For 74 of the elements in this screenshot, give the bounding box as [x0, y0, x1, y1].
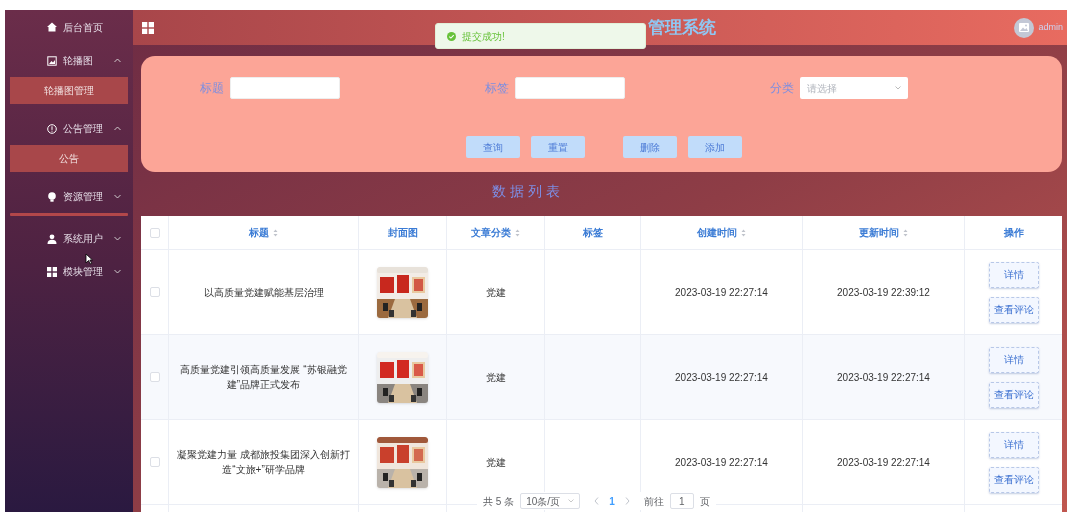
sort-icon: [741, 228, 746, 237]
table-cell-text: 2023-03-19 22:27:14: [675, 285, 768, 300]
grid-icon: [47, 266, 57, 277]
column-header[interactable]: 标题: [249, 225, 269, 240]
column-header[interactable]: 操作: [1003, 225, 1024, 240]
prev-page-icon: [594, 497, 600, 505]
sort-icon: [903, 228, 908, 237]
chevron-down-icon: [895, 86, 901, 90]
column-header[interactable]: 封面图: [387, 225, 418, 240]
table-cell-text: 2023-03-19 22:39:12: [837, 285, 930, 300]
row-action-button[interactable]: 查看评论: [988, 466, 1039, 493]
row-action-button[interactable]: 详情: [988, 431, 1039, 458]
success-toast: 提交成功!: [435, 23, 646, 49]
page-size-select[interactable]: 10条/页: [520, 493, 581, 509]
sort-icon: [515, 228, 520, 237]
table-cell-text: 2023-03-19 22:27:14: [675, 370, 768, 385]
row-action-button[interactable]: 详情: [988, 261, 1039, 288]
checkbox[interactable]: [149, 227, 160, 238]
field-label: 标签: [484, 80, 510, 97]
total-count: 共 5 条: [483, 494, 515, 509]
table-cell-text: 高质量党建引领高质量发展 “苏银融党建”品牌正式发布: [179, 363, 348, 392]
field-label: 分类: [769, 80, 795, 97]
page-input[interactable]: 1: [669, 493, 694, 509]
sidebar-item[interactable]: 资源管理: [5, 180, 133, 213]
action-button[interactable]: 添加: [688, 136, 742, 158]
row-action-button[interactable]: 查看评论: [988, 381, 1039, 408]
menu-icon: [142, 21, 154, 34]
home-icon: [47, 22, 57, 32]
section-title: 数 据 列 表: [492, 182, 560, 201]
column-header[interactable]: 创建时间: [697, 225, 737, 240]
sidebar-item[interactable]: 后台首页: [5, 10, 133, 44]
table-cell-text: 2023-03-19 22:27:14: [675, 455, 768, 470]
row-action-button[interactable]: 详情: [988, 346, 1039, 373]
sidebar-item[interactable]: 模块管理: [5, 255, 133, 288]
table-cell-text: 2023-03-19 22:27:14: [837, 455, 930, 470]
column-header[interactable]: 更新时间: [859, 225, 899, 240]
image-icon: [1019, 23, 1030, 32]
checkbox[interactable]: [149, 457, 160, 467]
field-label: 标题: [199, 80, 225, 97]
input-field[interactable]: [515, 77, 625, 99]
user-name: admin: [1038, 20, 1063, 34]
lightbulb-icon: [47, 191, 57, 202]
submenu-item[interactable]: 公告: [10, 145, 128, 172]
sidebar-item[interactable]: 系统用户: [5, 222, 133, 255]
table-cell-text: 以高质量党建赋能基层治理: [203, 285, 324, 300]
sort-icon: [273, 228, 278, 237]
image-icon: [47, 55, 57, 66]
cursor-icon: [85, 253, 93, 265]
info-icon: [47, 123, 57, 134]
chevron-down-icon: [568, 499, 575, 503]
table-cell-text: 2023-03-19 22:27:14: [837, 370, 930, 385]
action-button[interactable]: 删除: [623, 136, 677, 158]
user-icon: [47, 233, 57, 244]
column-header[interactable]: 标签: [582, 225, 603, 240]
goto-suffix: 页: [699, 494, 710, 509]
submenu-item[interactable]: 轮播图管理: [10, 77, 128, 104]
column-header[interactable]: 文章分类: [471, 225, 511, 240]
checkbox[interactable]: [149, 287, 160, 297]
table-cell-text: 党建: [485, 285, 506, 300]
table-cell-text: 党建: [485, 370, 506, 385]
table-cell-text: 凝聚党建力量 成都旅投集团深入创新打造“文旅+”研学品牌: [176, 448, 351, 477]
sidebar-item[interactable]: 轮播图: [5, 44, 133, 77]
page-number[interactable]: 1: [605, 493, 619, 509]
action-button[interactable]: 重置: [531, 136, 585, 158]
sidebar-item[interactable]: 公告管理: [5, 112, 133, 145]
check-circle-icon: [447, 31, 456, 41]
input-field[interactable]: [230, 77, 340, 99]
next-page-icon: [624, 497, 630, 505]
checkbox[interactable]: [149, 372, 160, 382]
table-cell-text: 党建: [485, 455, 506, 470]
action-button[interactable]: 查询: [466, 136, 520, 158]
app-title: 管理系统: [648, 16, 716, 39]
row-action-button[interactable]: 查看评论: [988, 296, 1039, 323]
goto-label: 前往: [643, 494, 664, 509]
